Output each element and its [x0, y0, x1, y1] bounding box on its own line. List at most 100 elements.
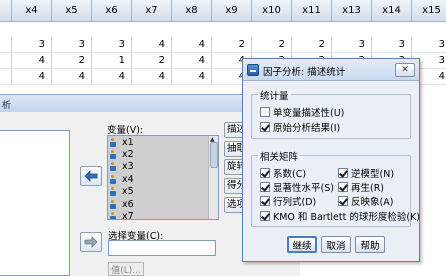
scale-variable-icon	[110, 199, 119, 209]
column-header[interactable]: x5	[52, 0, 92, 21]
variable-name: x7	[122, 211, 134, 220]
arrow-left-icon	[84, 170, 98, 182]
determinant-checkbox[interactable]: 行列式(D)	[260, 194, 316, 208]
variable-name: x5	[122, 186, 134, 198]
selection-variable-field[interactable]	[108, 240, 216, 256]
kmo-bartlett-checkbox[interactable]: KMO 和 Bartlett 的球形度检验(K)	[260, 209, 420, 223]
scrollbar-thumb[interactable]	[210, 142, 218, 168]
column-header[interactable]: x14	[372, 0, 412, 21]
table-cell[interactable]: 4	[12, 53, 52, 68]
table-cell[interactable]: 3	[52, 37, 92, 52]
reproduced-checkbox[interactable]: 再生(R)	[338, 180, 384, 194]
row-number-cell[interactable]	[0, 53, 12, 68]
table-cell[interactable]: 2	[252, 37, 292, 52]
list-item[interactable]: x6	[108, 198, 218, 210]
univariate-descriptives-checkbox[interactable]: 单变量描述性(U)	[260, 105, 344, 119]
column-header[interactable]: x13	[332, 0, 372, 21]
column-header[interactable]: x15	[412, 0, 446, 21]
coefficients-checkbox[interactable]: 系数(C)	[260, 166, 306, 180]
table-cell[interactable]: 3	[372, 37, 412, 52]
variable-name: x2	[122, 149, 134, 161]
anti-image-checkbox[interactable]: 反映象(A)	[338, 194, 393, 208]
inverse-checkbox[interactable]: 逆模型(N)	[338, 166, 394, 180]
table-cell[interactable]: 3	[92, 37, 132, 52]
table-cell[interactable]: 2	[292, 37, 332, 52]
checkbox-box[interactable]	[260, 182, 270, 192]
checkbox-box[interactable]	[338, 182, 348, 192]
table-cell[interactable]: 3	[412, 37, 446, 52]
variable-name: x1	[122, 136, 134, 148]
table-cell[interactable]: 2	[212, 37, 252, 52]
checkbox-label: 原始分析结果(I)	[273, 123, 341, 134]
column-header[interactable]: x4	[12, 0, 52, 21]
table-cell[interactable]: 4	[172, 69, 212, 84]
move-to-variables-button[interactable]	[80, 166, 102, 186]
list-item[interactable]: x3	[108, 161, 218, 173]
continue-button[interactable]: 继续	[287, 236, 317, 253]
checkbox-label: 行列式(D)	[273, 197, 317, 208]
variables-list[interactable]: x1 x2 x3 x4 x5 x6 x7	[107, 135, 219, 220]
descriptives-dialog: 因子分析: 描述统计 ✕ 统计量 单变量描述性(U) 原始分析结果(I) 相关矩…	[242, 58, 420, 262]
variables-scrollbar[interactable]: ▲	[208, 136, 218, 219]
variables-label: 变量(V):	[107, 125, 144, 136]
table-cell[interactable]: 4	[172, 53, 212, 68]
checkbox-label: 反映象(A)	[351, 197, 394, 208]
checkbox-box[interactable]	[260, 196, 270, 206]
table-cell[interactable]: 4	[132, 37, 172, 52]
table-row: 3 3 3 4 4 2 2 2 3 3 3	[0, 37, 446, 53]
table-cell[interactable]: 4	[12, 69, 52, 84]
table-cell[interactable]: 3	[332, 37, 372, 52]
move-to-selection-button[interactable]	[80, 232, 102, 252]
checkbox-box[interactable]	[260, 107, 270, 117]
correlation-matrix-group: 相关矩阵 系数(C) 显著性水平(S) 行列式(D) 逆模型(N) 再生(R) …	[251, 149, 420, 227]
checkbox-box[interactable]	[338, 196, 348, 206]
column-header[interactable]: x9	[212, 0, 252, 21]
table-cell[interactable]: 2	[132, 53, 172, 68]
list-item[interactable]: x4	[108, 173, 218, 185]
row-number-cell[interactable]	[0, 69, 12, 84]
checkbox-label: 显著性水平(S)	[273, 183, 334, 194]
checkbox-box[interactable]	[260, 211, 270, 221]
column-header[interactable]: x7	[132, 0, 172, 21]
scale-variable-icon	[110, 174, 119, 184]
row-number-header	[0, 0, 12, 21]
scale-variable-icon	[110, 150, 119, 160]
source-variable-list[interactable]	[0, 130, 70, 276]
significance-levels-checkbox[interactable]: 显著性水平(S)	[260, 180, 334, 194]
column-header[interactable]: x11	[292, 0, 332, 21]
variable-name: x6	[122, 198, 134, 210]
scale-variable-icon	[110, 187, 119, 197]
scale-variable-icon	[110, 162, 119, 172]
list-item[interactable]: x1	[108, 136, 218, 148]
table-cell[interactable]: 1	[92, 53, 132, 68]
close-button[interactable]: ✕	[395, 63, 415, 77]
table-cell[interactable]: 4	[172, 37, 212, 52]
table-cell[interactable]: 2	[52, 53, 92, 68]
checkbox-box[interactable]	[260, 122, 270, 132]
checkbox-label: 再生(R)	[351, 183, 385, 194]
factor-analysis-title: 析	[2, 101, 12, 111]
list-item[interactable]: x7	[108, 210, 218, 220]
list-item[interactable]: x2	[108, 148, 218, 160]
list-item[interactable]: x5	[108, 186, 218, 198]
scale-variable-icon	[110, 212, 119, 219]
value-button[interactable]: 值(L)...	[108, 262, 144, 276]
table-cell[interactable]: 4	[92, 69, 132, 84]
checkbox-box[interactable]	[338, 168, 348, 178]
table-cell[interactable]: 4	[52, 69, 92, 84]
variable-name: x3	[122, 161, 134, 173]
variable-name: x4	[122, 173, 134, 185]
dialog-title: 因子分析: 描述统计	[263, 67, 346, 78]
cancel-button[interactable]: 取消	[321, 236, 351, 253]
checkbox-box[interactable]	[260, 168, 270, 178]
column-header[interactable]: x10	[252, 0, 292, 21]
descriptives-title-bar[interactable]: 因子分析: 描述统计 ✕	[243, 59, 419, 81]
column-header[interactable]: x6	[92, 0, 132, 21]
initial-solution-checkbox[interactable]: 原始分析结果(I)	[260, 120, 340, 134]
column-header[interactable]: x8	[172, 0, 212, 21]
table-cell[interactable]: 4	[132, 69, 172, 84]
table-cell[interactable]: 3	[12, 37, 52, 52]
help-button[interactable]: 帮助	[355, 236, 385, 253]
row-number-cell[interactable]	[0, 37, 12, 52]
dialog-app-icon	[247, 64, 259, 76]
